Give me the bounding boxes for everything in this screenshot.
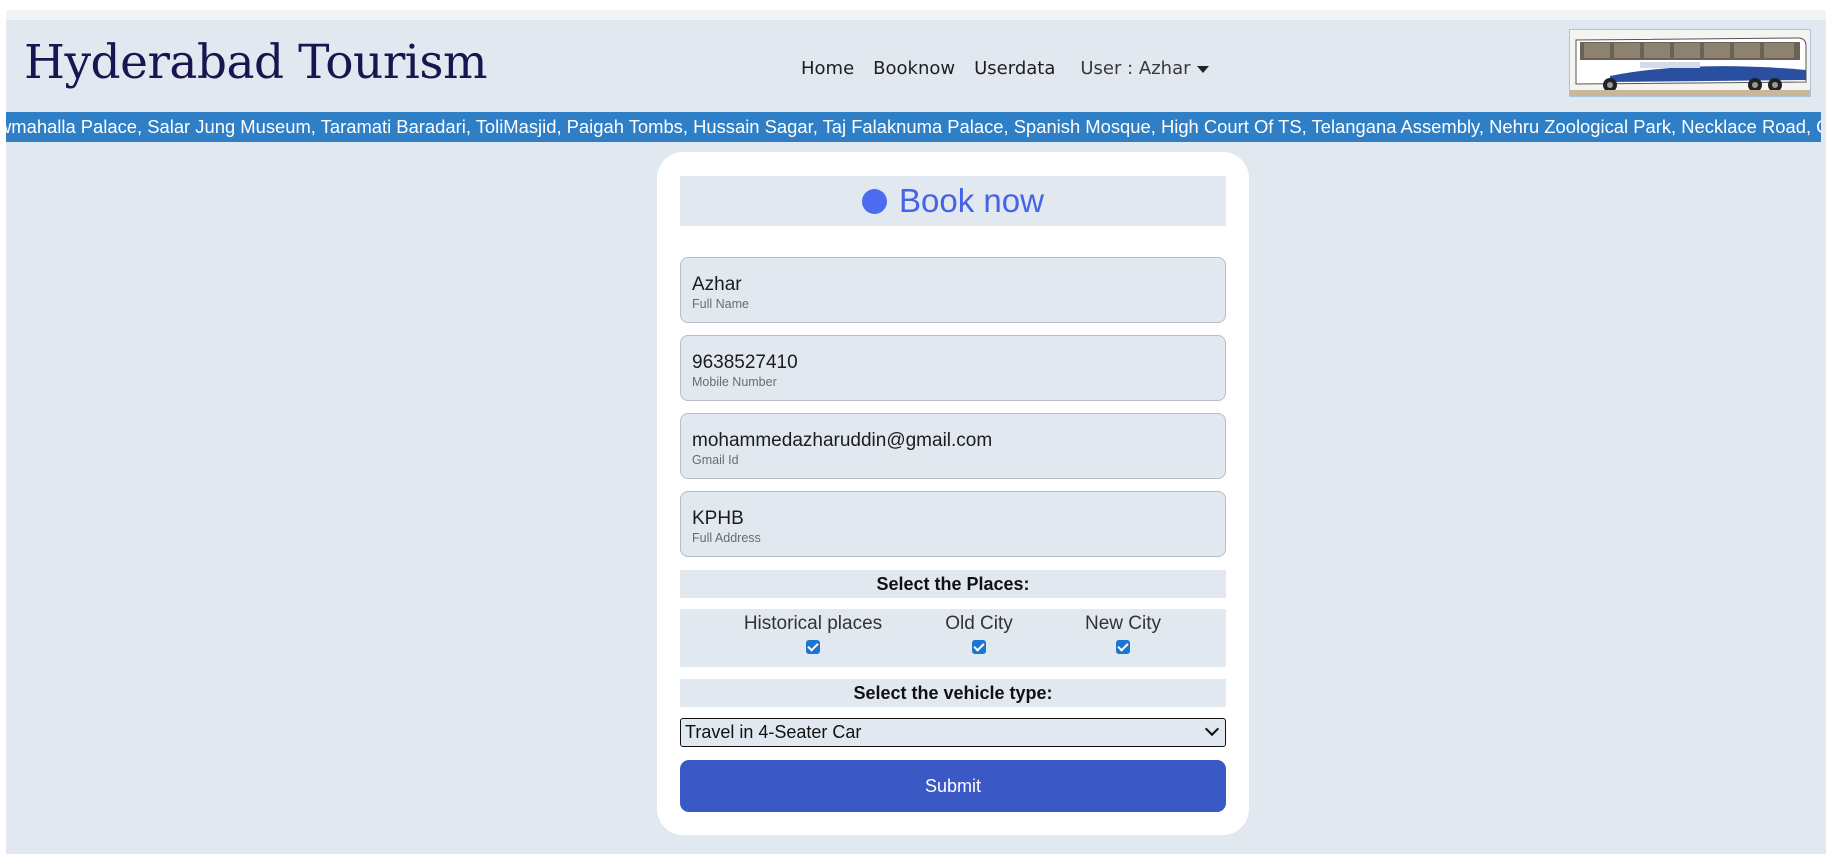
mobile-number-label: Mobile Number bbox=[692, 375, 777, 389]
places-heading: Select the Places: bbox=[680, 570, 1226, 598]
submit-button[interactable]: Submit bbox=[680, 760, 1226, 812]
chevron-down-icon bbox=[1204, 721, 1220, 737]
card-header: Book now bbox=[680, 176, 1226, 226]
user-dropdown[interactable]: User : Azhar bbox=[1080, 57, 1209, 79]
full-address-label: Full Address bbox=[692, 531, 761, 545]
place-new-city: New City bbox=[1078, 613, 1168, 658]
booking-card: Book now Azhar Full Name 9638527410 Mobi… bbox=[657, 152, 1249, 835]
place-new-city-label: New City bbox=[1084, 613, 1161, 634]
full-name-value: Azhar bbox=[692, 274, 742, 295]
places-marquee: wmahalla Palace, Salar Jung Museum, Tara… bbox=[6, 112, 1821, 142]
vehicle-type-value: Travel in 4-Seater Car bbox=[685, 722, 862, 742]
place-old-city: Old City bbox=[939, 613, 1019, 658]
gmail-id-value: mohammedazharuddin@gmail.com bbox=[692, 430, 993, 451]
top-strip bbox=[6, 10, 1826, 20]
circle-icon bbox=[862, 188, 888, 214]
brand-title: Hyderabad Tourism bbox=[24, 35, 488, 90]
nav-booknow-link[interactable]: Booknow bbox=[873, 58, 955, 79]
form-title: Book now bbox=[899, 182, 1044, 219]
mobile-number-value: 9638527410 bbox=[692, 352, 798, 373]
full-name-label: Full Name bbox=[692, 297, 749, 311]
bus-logo-image bbox=[1569, 29, 1811, 97]
full-name-field[interactable]: Azhar Full Name bbox=[680, 257, 1226, 323]
gmail-id-label: Gmail Id bbox=[692, 453, 739, 467]
marquee-text: wmahalla Palace, Salar Jung Museum, Tara… bbox=[6, 116, 1821, 137]
user-label: User : Azhar bbox=[1080, 57, 1191, 79]
place-old-city-checkbox[interactable] bbox=[972, 640, 986, 654]
place-historical-label: Historical places bbox=[743, 613, 883, 634]
places-group: Historical places Old City New City bbox=[680, 609, 1226, 667]
mobile-number-field[interactable]: 9638527410 Mobile Number bbox=[680, 335, 1226, 401]
full-address-value: KPHB bbox=[692, 508, 744, 529]
place-old-city-label: Old City bbox=[945, 613, 1013, 634]
vehicle-heading: Select the vehicle type: bbox=[680, 679, 1226, 707]
gmail-id-field[interactable]: mohammedazharuddin@gmail.com Gmail Id bbox=[680, 413, 1226, 479]
app-container: Hyderabad Tourism Home Booknow Userdata … bbox=[6, 10, 1826, 854]
vehicle-type-select[interactable]: Travel in 4-Seater Car bbox=[680, 718, 1226, 747]
place-new-city-checkbox[interactable] bbox=[1116, 640, 1130, 654]
place-historical: Historical places bbox=[743, 613, 883, 658]
nav-home-link[interactable]: Home bbox=[801, 58, 854, 79]
place-historical-checkbox[interactable] bbox=[806, 640, 820, 654]
caret-down-icon bbox=[1196, 65, 1209, 73]
full-address-field[interactable]: KPHB Full Address bbox=[680, 491, 1226, 557]
main-nav: Home Booknow Userdata User : Azhar bbox=[801, 53, 1209, 83]
nav-userdata-link[interactable]: Userdata bbox=[974, 58, 1055, 79]
